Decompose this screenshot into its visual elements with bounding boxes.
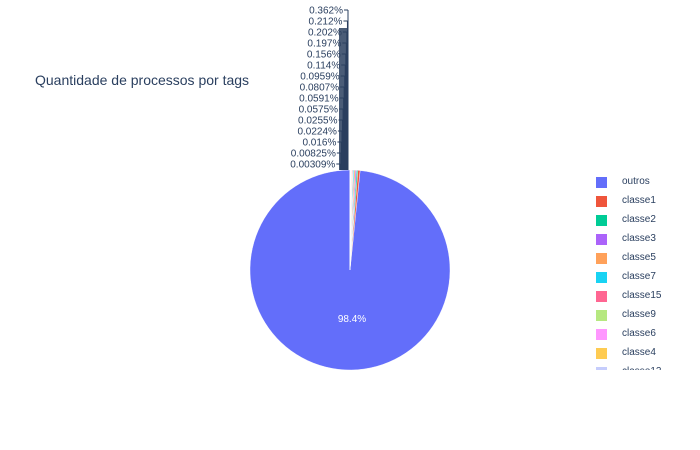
legend-swatch bbox=[596, 253, 607, 264]
legend-label: classe4 bbox=[622, 347, 656, 358]
legend-item-classe1[interactable]: classe1 bbox=[590, 191, 700, 210]
legend-swatch bbox=[596, 367, 607, 370]
legend-swatch bbox=[596, 329, 607, 340]
legend-label: classe3 bbox=[622, 233, 656, 244]
legend-swatch bbox=[596, 177, 607, 188]
legend-swatch bbox=[596, 310, 607, 321]
legend-item-classe15[interactable]: classe15 bbox=[590, 286, 700, 305]
legend-label: outros bbox=[622, 176, 650, 187]
legend-label: classe6 bbox=[622, 328, 656, 339]
slice-label-outside: 0.0224% bbox=[297, 127, 337, 138]
slice-label-outside: 0.0591% bbox=[299, 94, 339, 105]
legend-item-classe9[interactable]: classe9 bbox=[590, 305, 700, 324]
slice-label-outside: 0.362% bbox=[309, 6, 343, 17]
slice-label-outside: 0.0959% bbox=[300, 72, 340, 83]
legend-label: classe15 bbox=[622, 290, 662, 301]
slice-label-outside: 0.212% bbox=[309, 17, 343, 28]
slice-label-outside: 0.0575% bbox=[299, 105, 339, 116]
legend-label: classe5 bbox=[622, 252, 656, 263]
slice-label-outside: 0.114% bbox=[307, 61, 340, 72]
legend-swatch bbox=[596, 234, 607, 245]
legend-item-classe4[interactable]: classe4 bbox=[590, 343, 700, 362]
legend-label: classe1 bbox=[622, 195, 656, 206]
slice-label-outside: 0.0807% bbox=[300, 83, 340, 94]
legend: outros classe1 classe2 classe3 classe5 classe… bbox=[590, 172, 700, 370]
legend-swatch bbox=[596, 348, 607, 359]
slice-label-outside: 0.016% bbox=[302, 138, 336, 149]
legend-swatch bbox=[596, 272, 607, 283]
slice-label-outside: 0.00309% bbox=[290, 160, 335, 171]
pie-chart: Quantidade de processos por tags 98.4% 0.… bbox=[0, 0, 700, 450]
legend-item-classe2[interactable]: classe2 bbox=[590, 210, 700, 229]
slice-label-outside: 0.00825% bbox=[291, 149, 336, 160]
legend-swatch bbox=[596, 215, 607, 226]
legend-swatch bbox=[596, 291, 607, 302]
slice-label-outside: 0.0255% bbox=[298, 116, 338, 127]
legend-label: classe2 bbox=[622, 214, 656, 225]
slice-label-outside: 0.197% bbox=[307, 39, 341, 50]
legend-item-classe7[interactable]: classe7 bbox=[590, 267, 700, 286]
legend-swatch bbox=[596, 196, 607, 207]
legend-item-classe6[interactable]: classe6 bbox=[590, 324, 700, 343]
slice-label-outside: 0.202% bbox=[308, 28, 342, 39]
legend-item-classe3[interactable]: classe3 bbox=[590, 229, 700, 248]
legend-label: classe12 bbox=[622, 366, 661, 370]
legend-label: classe7 bbox=[622, 271, 656, 282]
legend-item-classe5[interactable]: classe5 bbox=[590, 248, 700, 267]
slice-label-outside: 0.156% bbox=[307, 50, 341, 61]
legend-label: classe9 bbox=[622, 309, 656, 320]
legend-item-classe12[interactable]: classe12 bbox=[590, 362, 700, 370]
slice-label-outros: 98.4% bbox=[338, 314, 366, 325]
legend-item-outros[interactable]: outros bbox=[590, 172, 700, 191]
